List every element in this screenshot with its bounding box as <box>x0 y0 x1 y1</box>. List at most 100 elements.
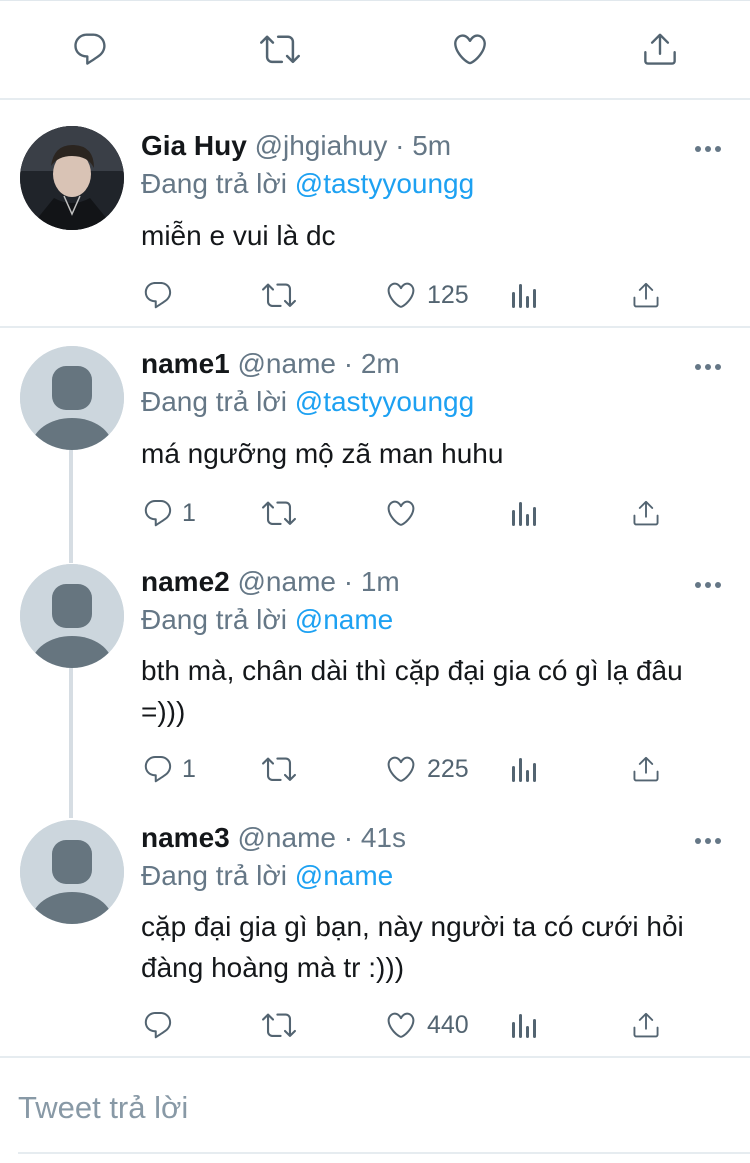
timestamp[interactable]: · 2m <box>344 348 400 379</box>
more-options-button[interactable] <box>694 141 722 152</box>
avatar[interactable] <box>20 820 124 924</box>
like-icon <box>387 1012 415 1038</box>
share-button[interactable] <box>630 496 662 530</box>
more-icon <box>695 146 721 152</box>
reply-button[interactable] <box>141 752 175 786</box>
like-button[interactable] <box>384 752 418 786</box>
reply-button[interactable] <box>141 278 175 312</box>
replying-to-label: Đang trả lời <box>141 604 287 635</box>
avatar[interactable] <box>20 126 124 230</box>
more-options-button[interactable] <box>694 577 722 588</box>
retweet-icon <box>262 501 296 525</box>
display-name[interactable]: name2 <box>141 566 230 597</box>
replying-to-handle[interactable]: @name <box>295 860 393 891</box>
tweet-header: Gia Huy @jhgiahuy · 5m <box>141 128 451 164</box>
composer-underline <box>18 1152 750 1154</box>
tweet-name1[interactable]: name1 @name · 2m Đang trả lời @tastyyoun… <box>0 328 750 548</box>
more-options-button[interactable] <box>694 359 722 370</box>
replying-to-label: Đang trả lời <box>141 168 287 199</box>
analytics-icon <box>512 284 536 308</box>
more-icon <box>695 582 721 588</box>
like-button[interactable] <box>384 496 418 530</box>
replying-to-label: Đang trả lời <box>141 386 287 417</box>
timestamp[interactable]: · 5m <box>395 130 451 161</box>
handle[interactable]: @name <box>238 348 336 379</box>
share-icon <box>633 500 659 526</box>
reply-count: 1 <box>182 755 196 783</box>
display-name[interactable]: name3 <box>141 822 230 853</box>
analytics-icon <box>512 758 536 782</box>
analytics-icon <box>512 502 536 526</box>
tweet-gia-huy[interactable]: Gia Huy @jhgiahuy · 5m Đang trả lời @tas… <box>0 100 750 326</box>
tweet-header: name3 @name · 41s <box>141 820 406 856</box>
default-avatar-icon <box>20 346 124 450</box>
like-icon <box>387 282 415 308</box>
like-count: 125 <box>427 281 469 309</box>
retweet-icon <box>262 757 296 781</box>
retweet-button[interactable] <box>259 29 301 69</box>
retweet-button[interactable] <box>261 496 297 530</box>
avatar[interactable] <box>20 346 124 450</box>
share-button[interactable] <box>640 29 680 69</box>
more-icon <box>695 364 721 370</box>
like-button[interactable] <box>384 1008 418 1042</box>
analytics-button[interactable] <box>509 1008 539 1042</box>
like-button[interactable] <box>384 278 418 312</box>
handle[interactable]: @jhgiahuy <box>255 130 388 161</box>
reply-icon <box>74 33 106 65</box>
avatar-photo <box>20 126 124 230</box>
handle[interactable]: @name <box>238 566 336 597</box>
tweet-text: miễn e vui là dc <box>141 220 336 251</box>
avatar[interactable] <box>20 564 124 668</box>
like-icon <box>454 34 486 65</box>
top-border <box>0 0 750 1</box>
retweet-icon <box>262 1013 296 1037</box>
share-button[interactable] <box>630 278 662 312</box>
replying-to-handle[interactable]: @tastyyoungg <box>295 168 474 199</box>
display-name[interactable]: Gia Huy <box>141 130 247 161</box>
retweet-button[interactable] <box>261 1008 297 1042</box>
replying-to: Đang trả lời @tastyyoungg <box>141 166 474 202</box>
reply-icon <box>144 1011 172 1039</box>
more-options-button[interactable] <box>694 833 722 844</box>
divider <box>0 1056 750 1058</box>
tweet-text: cặp đại gia gì bạn, này người ta có cưới… <box>141 911 684 983</box>
retweet-icon <box>262 283 296 307</box>
reply-composer-input[interactable]: Tweet trả lời <box>18 1088 188 1128</box>
share-icon <box>644 33 676 65</box>
timestamp[interactable]: · 41s <box>344 822 406 853</box>
default-avatar-icon <box>20 820 124 924</box>
retweet-button[interactable] <box>261 278 297 312</box>
reply-button[interactable] <box>70 29 110 69</box>
like-icon <box>387 756 415 782</box>
reply-button[interactable] <box>141 496 175 530</box>
tweet-text: bth mà, chân dài thì cặp đại gia có gì l… <box>141 655 683 727</box>
retweet-icon <box>260 35 300 64</box>
reply-count: 1 <box>182 499 196 527</box>
share-icon <box>633 282 659 308</box>
handle[interactable]: @name <box>238 822 336 853</box>
reply-button[interactable] <box>141 1008 175 1042</box>
reply-icon <box>144 755 172 783</box>
share-button[interactable] <box>630 752 662 786</box>
like-icon <box>387 500 415 526</box>
replying-to-handle[interactable]: @name <box>295 604 393 635</box>
like-count: 225 <box>427 755 469 783</box>
analytics-button[interactable] <box>509 278 539 312</box>
like-count: 440 <box>427 1011 469 1039</box>
analytics-button[interactable] <box>509 752 539 786</box>
tweet-name3[interactable]: name3 @name · 41s Đang trả lời @name cặp… <box>0 802 750 1056</box>
replying-to-handle[interactable]: @tastyyoungg <box>295 386 474 417</box>
analytics-button[interactable] <box>509 496 539 530</box>
timestamp[interactable]: · 1m <box>344 566 400 597</box>
reply-icon <box>144 281 172 309</box>
like-button[interactable] <box>450 29 490 69</box>
share-button[interactable] <box>630 1008 662 1042</box>
tweet-header: name2 @name · 1m <box>141 564 400 600</box>
display-name[interactable]: name1 <box>141 348 230 379</box>
replying-to-label: Đang trả lời <box>141 860 287 891</box>
share-icon <box>633 756 659 782</box>
tweet-name2[interactable]: name2 @name · 1m Đang trả lời @name bth … <box>0 546 750 802</box>
default-avatar-icon <box>20 564 124 668</box>
retweet-button[interactable] <box>261 752 297 786</box>
